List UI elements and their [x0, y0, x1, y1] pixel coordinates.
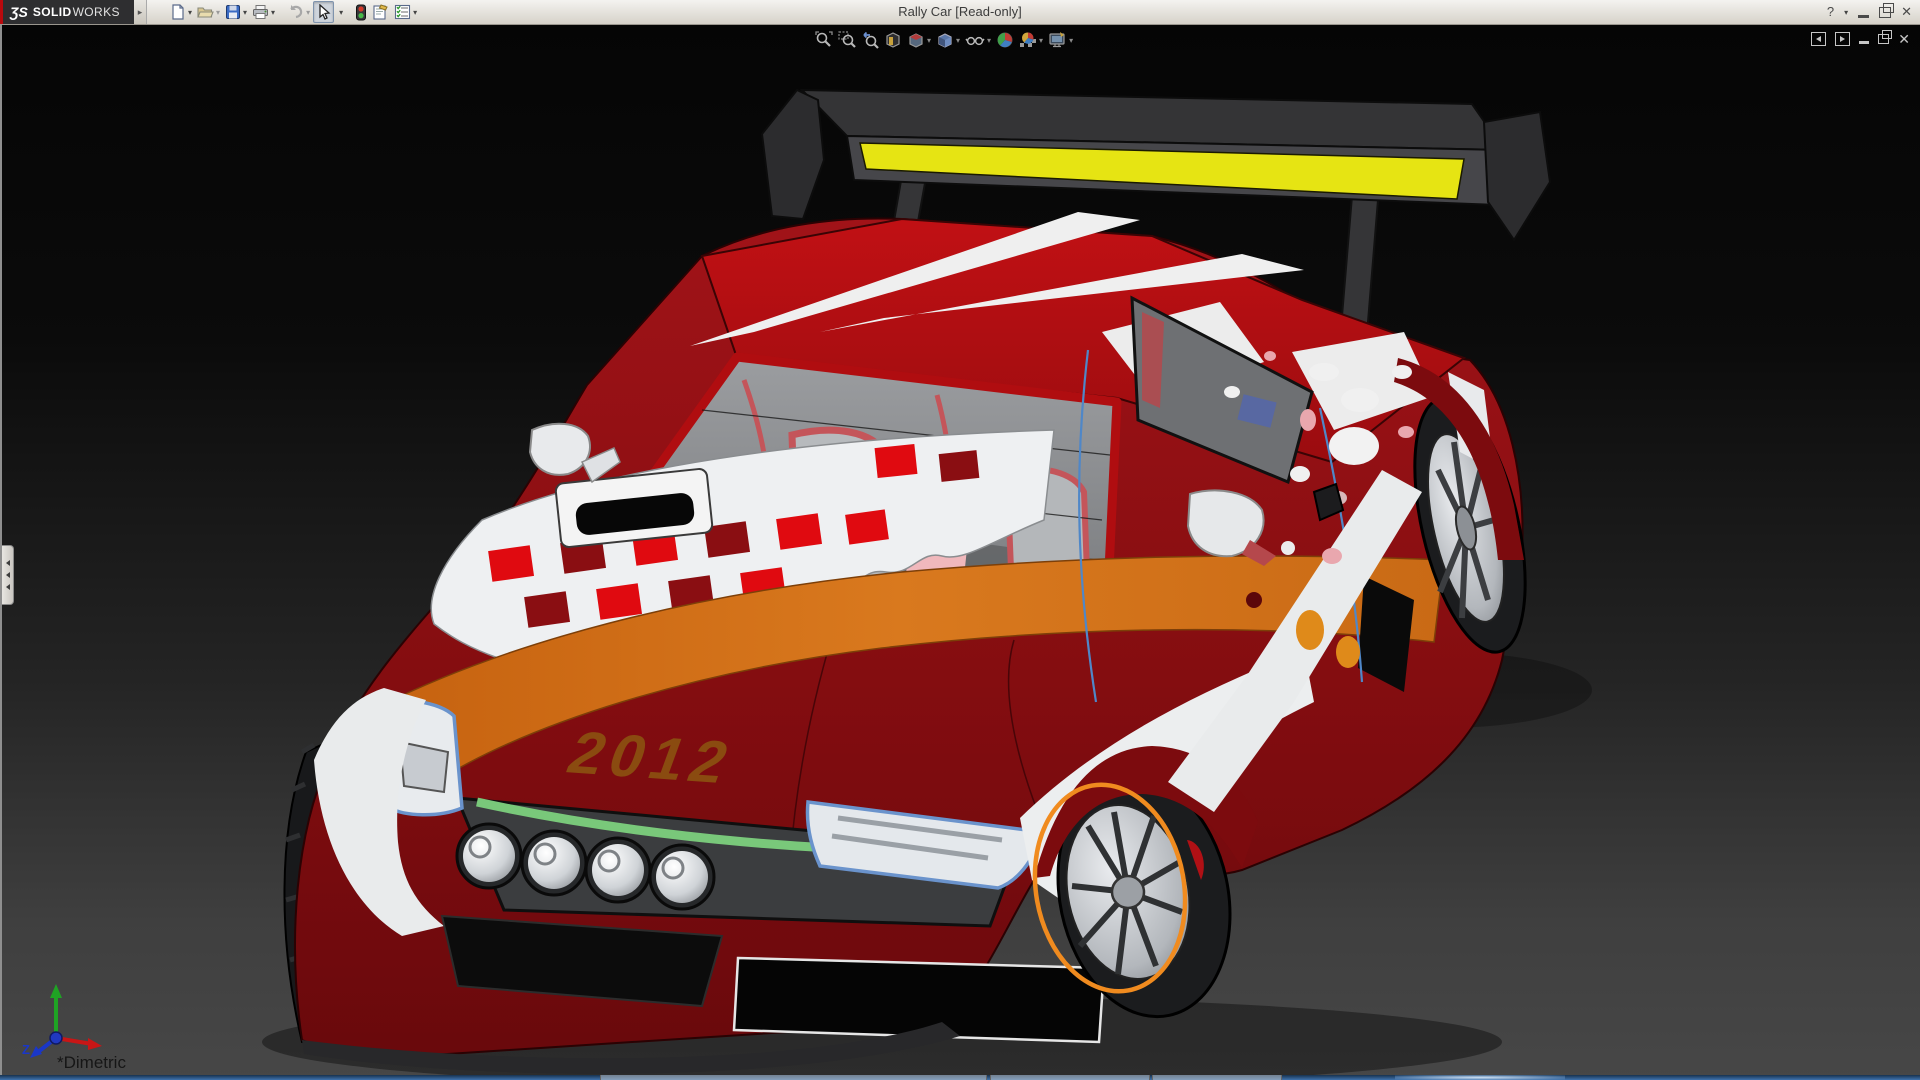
save-floppy-icon [225, 4, 241, 20]
rally-car-model[interactable]: 2012 [2, 0, 1920, 1080]
view-orientation-cube-icon [936, 31, 954, 49]
select-dropdown[interactable]: ▾ [335, 2, 345, 22]
rebuild-button[interactable] [353, 2, 369, 22]
file-properties-icon [372, 4, 389, 20]
taskbar-button-edge [600, 1075, 987, 1080]
window-controls: ? ▾ ✕ [1827, 0, 1912, 24]
document-window-controls: ✕ [1811, 32, 1910, 46]
apply-scene-dropdown-arrow[interactable]: ▾ [1039, 36, 1043, 45]
standard-toolbar: ▾ ▾ ▾ [168, 1, 419, 23]
zoom-to-fit-icon [815, 31, 833, 49]
zoom-to-area-icon [838, 31, 856, 49]
undo-icon [287, 4, 304, 20]
options-dropdown-arrow[interactable]: ▾ [413, 8, 417, 17]
open-folder-icon [197, 4, 214, 20]
apply-scene-icon [1019, 31, 1037, 49]
zoom-to-area-button[interactable] [837, 30, 857, 50]
collapse-arrow-icon [6, 560, 10, 566]
edit-appearance-icon [996, 31, 1014, 49]
file-properties-button[interactable] [370, 2, 391, 22]
menu-flyout-arrow[interactable]: ▸ [134, 0, 147, 24]
taskbar-glow [1395, 1075, 1565, 1080]
open-dropdown-arrow[interactable]: ▾ [216, 8, 220, 17]
options-icon [394, 4, 411, 20]
section-cut-button[interactable]: ▾ [906, 30, 932, 50]
taskbar-button-edge [990, 1075, 1150, 1080]
select-button[interactable] [313, 1, 334, 23]
undo-dropdown-arrow[interactable]: ▾ [306, 8, 310, 17]
save-button[interactable]: ▾ [223, 2, 249, 22]
document-close-button[interactable]: ✕ [1898, 32, 1910, 46]
section-cut-icon [907, 31, 925, 49]
rebuild-traffic-light-icon [355, 4, 367, 21]
close-button[interactable]: ✕ [1901, 0, 1912, 24]
triangle-right-icon [1840, 36, 1845, 42]
view-settings-button[interactable]: ▾ [1047, 30, 1074, 50]
options-button[interactable]: ▾ [392, 2, 419, 22]
decal-2012: 2012 [559, 719, 744, 795]
section-view-icon [884, 31, 902, 49]
heads-up-view-toolbar: ▾ ▾ ▾ [814, 29, 1074, 51]
section-cut-dropdown-arrow[interactable]: ▾ [927, 36, 931, 45]
display-style-button[interactable]: ▾ [964, 30, 992, 50]
view-orientation-dropdown-arrow[interactable]: ▾ [956, 36, 960, 45]
help-dropdown-arrow[interactable]: ▾ [1844, 8, 1848, 17]
print-button[interactable]: ▾ [250, 2, 277, 22]
select-cursor-icon [316, 4, 331, 20]
section-view-button[interactable] [883, 30, 903, 50]
document-restore-button[interactable] [1878, 34, 1889, 44]
document-minimize-button[interactable] [1859, 41, 1869, 44]
minimize-button[interactable] [1858, 15, 1869, 18]
triangle-left-icon [1816, 36, 1821, 42]
brand-text-bold: SOLID [33, 5, 72, 19]
new-document-button[interactable]: ▾ [168, 2, 194, 22]
feature-manager-splitter-tab[interactable] [2, 545, 14, 605]
graphics-viewport[interactable]: 2012 [0, 24, 1920, 1080]
brand-text-light: WORKS [73, 5, 120, 19]
next-window-button[interactable] [1835, 32, 1850, 46]
title-bar: ƷS SOLID WORKS ▸ ▾ ▾ [0, 0, 1920, 25]
collapse-arrow-icon [6, 584, 10, 590]
print-icon [252, 4, 269, 20]
help-button[interactable]: ? [1827, 0, 1834, 24]
new-document-icon [170, 4, 186, 20]
print-dropdown-arrow[interactable]: ▾ [271, 8, 275, 17]
display-style-glasses-icon [965, 31, 985, 49]
view-orientation-label: *Dimetric [57, 1053, 126, 1073]
restore-button[interactable] [1879, 7, 1891, 18]
view-settings-dropdown-arrow[interactable]: ▾ [1069, 36, 1073, 45]
open-button[interactable]: ▾ [195, 2, 222, 22]
previous-window-button[interactable] [1811, 32, 1826, 46]
solidworks-window: 2012 [0, 0, 1920, 1080]
view-settings-icon [1048, 31, 1067, 49]
edit-appearance-button[interactable] [995, 30, 1015, 50]
collapse-arrow-icon [6, 572, 10, 578]
previous-view-icon [861, 31, 879, 49]
solidworks-logo: ƷS SOLID WORKS [0, 0, 134, 24]
view-orientation-button[interactable]: ▾ [935, 30, 961, 50]
apply-scene-button[interactable]: ▾ [1018, 30, 1044, 50]
display-style-dropdown-arrow[interactable]: ▾ [987, 36, 991, 45]
dassault-mark-icon: ƷS [10, 4, 28, 20]
taskbar-button-edge [1152, 1075, 1282, 1080]
undo-button[interactable]: ▾ [285, 2, 312, 22]
previous-view-button[interactable] [860, 30, 880, 50]
zoom-to-fit-button[interactable] [814, 30, 834, 50]
save-dropdown-arrow[interactable]: ▾ [243, 8, 247, 17]
triad-z-label: Z [22, 1042, 30, 1057]
taskbar-edge [0, 1075, 1920, 1080]
new-document-dropdown-arrow[interactable]: ▾ [188, 8, 192, 17]
